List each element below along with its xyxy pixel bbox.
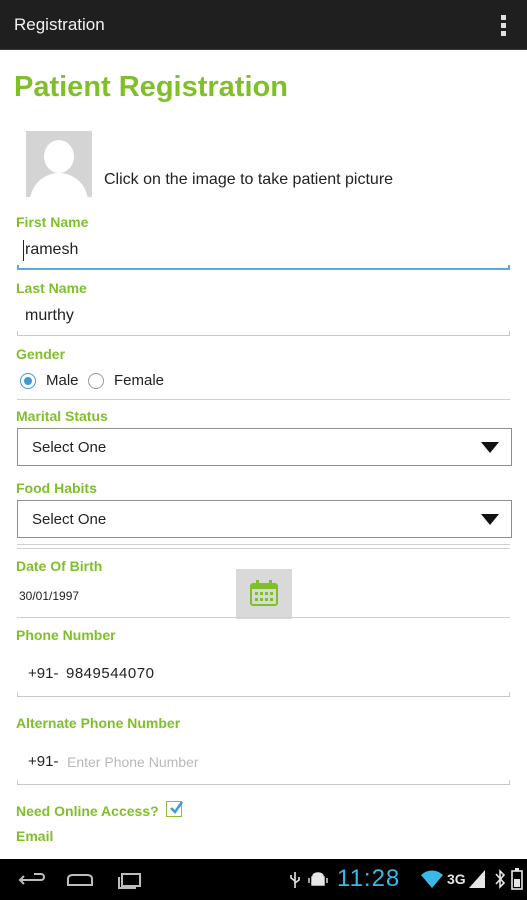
dropdown-arrow-icon xyxy=(481,514,499,525)
phone-value: 9849544070 xyxy=(66,665,155,682)
network-type-badge: 3G xyxy=(447,871,466,887)
alt-phone-placeholder: Enter Phone Number xyxy=(67,754,199,770)
alt-phone-prefix: +91- xyxy=(28,753,59,770)
alt-phone-label: Alternate Phone Number xyxy=(16,715,181,731)
marital-status-value: Select One xyxy=(32,439,107,456)
usb-icon xyxy=(290,872,300,888)
android-debug-icon xyxy=(308,872,328,886)
checkmark-icon xyxy=(170,801,184,814)
phone-label: Phone Number xyxy=(16,627,116,643)
first-name-label: First Name xyxy=(16,214,89,230)
phone-prefix: +91- xyxy=(28,665,59,682)
system-nav-bar: 11:28 3G xyxy=(0,859,527,900)
page-title: Patient Registration xyxy=(14,71,288,103)
divider xyxy=(17,399,510,400)
action-bar: Registration xyxy=(0,0,527,50)
person-placeholder-icon[interactable] xyxy=(26,131,92,197)
gender-male-label[interactable]: Male xyxy=(46,372,79,389)
text-cursor xyxy=(23,240,24,261)
calendar-button[interactable] xyxy=(236,569,292,619)
gender-female-label[interactable]: Female xyxy=(114,372,164,389)
food-habits-select[interactable]: Select One xyxy=(17,500,512,538)
online-access-label: Need Online Access? xyxy=(16,803,159,819)
divider xyxy=(17,544,510,545)
marital-status-select[interactable]: Select One xyxy=(17,428,512,466)
food-habits-value: Select One xyxy=(32,511,107,528)
gender-female-radio[interactable] xyxy=(88,373,104,389)
recent-apps-icon[interactable] xyxy=(112,867,148,893)
last-name-value: murthy xyxy=(25,307,74,324)
calendar-icon xyxy=(250,580,278,606)
bluetooth-icon xyxy=(495,869,506,889)
dob-value: 30/01/1997 xyxy=(19,589,80,603)
status-clock: 11:28 xyxy=(337,865,401,892)
divider xyxy=(17,548,510,549)
gender-male-radio[interactable] xyxy=(20,373,36,389)
battery-icon xyxy=(511,868,523,890)
registration-form: Patient Registration Click on the image … xyxy=(0,51,527,859)
signal-icon xyxy=(469,870,485,888)
wifi-icon xyxy=(421,870,443,888)
photo-hint: Click on the image to take patient pictu… xyxy=(104,171,394,188)
dob-label: Date Of Birth xyxy=(16,558,103,574)
overflow-menu-icon[interactable] xyxy=(501,15,507,37)
action-bar-title: Registration xyxy=(14,15,105,34)
dropdown-arrow-icon xyxy=(481,442,499,453)
back-icon[interactable] xyxy=(14,867,50,893)
last-name-label: Last Name xyxy=(16,280,87,296)
food-habits-label: Food Habits xyxy=(16,480,97,496)
home-icon[interactable] xyxy=(62,867,98,893)
divider xyxy=(17,617,510,618)
online-access-checkbox[interactable] xyxy=(166,801,184,817)
last-name-input[interactable]: murthy xyxy=(17,298,510,336)
marital-status-label: Marital Status xyxy=(16,408,108,424)
email-label: Email xyxy=(16,828,54,844)
first-name-input[interactable]: ramesh xyxy=(17,232,510,270)
first-name-value: ramesh xyxy=(25,241,79,258)
gender-label: Gender xyxy=(16,346,66,362)
